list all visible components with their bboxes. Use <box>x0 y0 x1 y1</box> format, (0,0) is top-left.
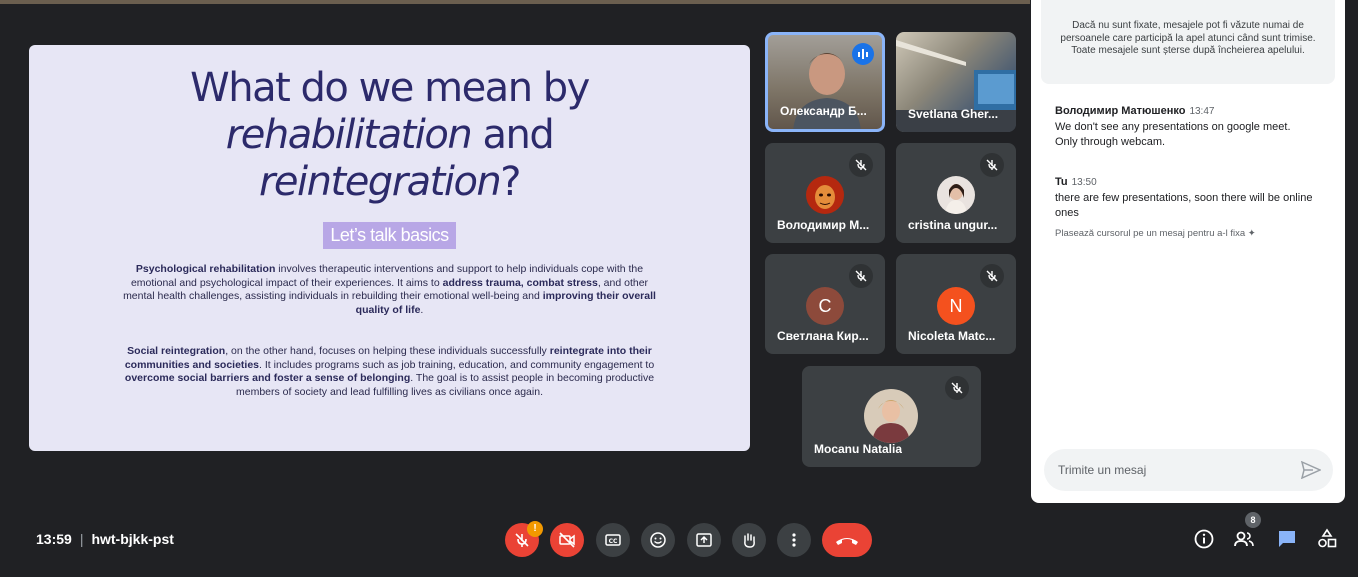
participant-name: Олександр Б... <box>780 104 867 118</box>
avatar <box>937 176 975 214</box>
avatar: C <box>806 287 844 325</box>
mic-off-icon <box>945 376 969 400</box>
chat-message-input[interactable] <box>1058 449 1288 491</box>
participant-tile[interactable]: Володимир М... <box>765 143 885 243</box>
send-icon[interactable] <box>1301 461 1321 479</box>
presentation-slide: What do we mean by rehabilitation and re… <box>29 45 750 451</box>
mic-off-icon <box>849 264 873 288</box>
avatar: N <box>937 287 975 325</box>
more-options-button[interactable] <box>777 523 811 557</box>
pin-icon: ✦ <box>1247 228 1256 239</box>
participant-tile[interactable]: cristina ungur... <box>896 143 1016 243</box>
captions-button[interactable]: CC <box>596 523 630 557</box>
chat-icon[interactable] <box>1276 528 1298 550</box>
activities-icon[interactable] <box>1316 528 1338 550</box>
svg-text:CC: CC <box>609 538 618 545</box>
avatar <box>806 176 844 214</box>
present-screen-button[interactable] <box>687 523 721 557</box>
camera-toggle-button[interactable] <box>550 523 584 557</box>
participant-name: Nicoleta Matc... <box>908 329 996 343</box>
chat-message[interactable]: Володимир Матюшенко 13:47 We don't see an… <box>1055 104 1337 151</box>
speaking-indicator-icon <box>852 43 874 65</box>
chat-notice: Dacă nu sunt fixate, mesajele pot fi văz… <box>1041 0 1335 84</box>
participant-tile-speaker[interactable]: Олександр Б... <box>765 32 885 132</box>
participant-name: Mocanu Natalia <box>814 442 903 456</box>
mic-off-icon <box>980 264 1004 288</box>
participant-name: cristina ungur... <box>908 218 998 232</box>
chat-panel: Dacă nu sunt fixate, mesajele pot fi văz… <box>1031 0 1345 503</box>
participant-name: Светлана Кир... <box>777 329 869 343</box>
participant-tile[interactable]: Svetlana Gher... <box>896 32 1016 132</box>
mic-off-icon <box>849 153 873 177</box>
meeting-details-icon[interactable] <box>1193 528 1215 550</box>
slide-subtitle: Let’s talk basics <box>323 222 456 249</box>
slide-paragraph-1: Psychological rehabilitation involves th… <box>123 263 656 316</box>
participant-name: Svetlana Gher... <box>908 107 999 121</box>
participant-tile[interactable]: N Nicoleta Matc... <box>896 254 1016 354</box>
avatar <box>864 389 918 443</box>
people-count-badge: 8 <box>1245 512 1261 528</box>
raise-hand-button[interactable] <box>732 523 766 557</box>
mic-off-icon <box>980 153 1004 177</box>
slide-title: What do we mean by rehabilitation and re… <box>190 65 590 205</box>
people-icon[interactable] <box>1233 528 1255 550</box>
emoji-reactions-button[interactable] <box>641 523 675 557</box>
meeting-code: hwt-bjkk-pst <box>91 531 174 547</box>
meeting-info: 13:59 | hwt-bjkk-pst <box>36 531 174 547</box>
slide-paragraph-2: Social reintegration, on the other hand,… <box>124 345 655 398</box>
meeting-time: 13:59 <box>36 531 72 547</box>
mic-warning-badge: ! <box>527 521 543 537</box>
participant-tile[interactable]: C Светлана Кир... <box>765 254 885 354</box>
pin-hint: Plasează cursorul pe un mesaj pentru a-l… <box>1055 228 1256 239</box>
leave-call-button[interactable] <box>822 523 872 557</box>
chat-input-box[interactable] <box>1044 449 1333 491</box>
chat-message[interactable]: Tu 13:50 there are few presentations, soo… <box>1055 175 1337 222</box>
participant-name: Володимир М... <box>777 218 870 232</box>
top-video-strip <box>0 0 1030 4</box>
participant-tile[interactable]: Mocanu Natalia <box>802 366 981 467</box>
